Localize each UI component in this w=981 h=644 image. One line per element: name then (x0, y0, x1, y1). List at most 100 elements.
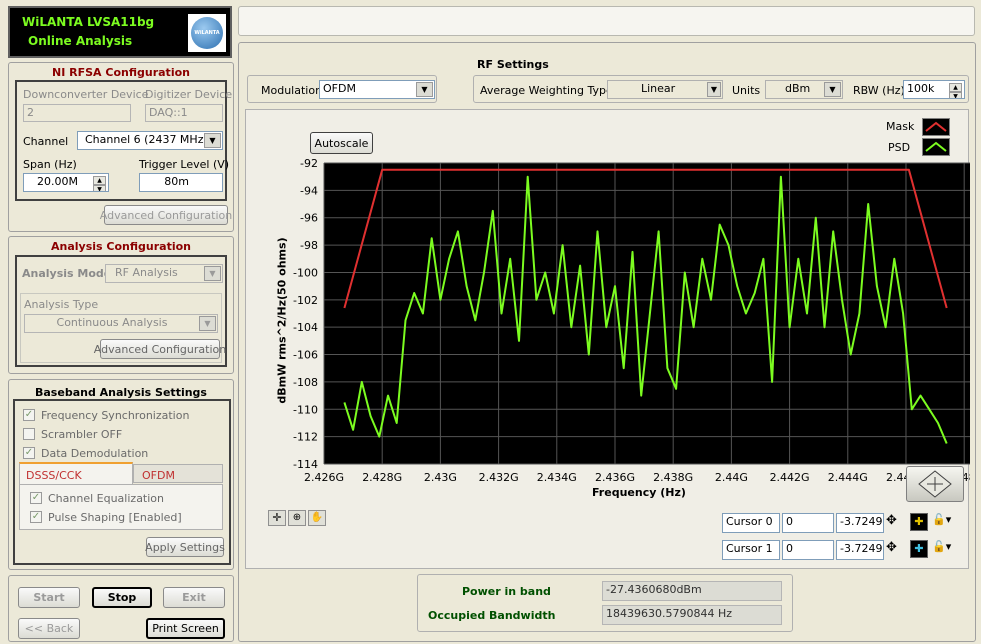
y-tick-label: -110 (293, 403, 318, 416)
span-value: 20.00M (37, 175, 78, 188)
spectrum-chart[interactable]: 2.426G 2.428G 2.43G 2.432G 2.434G 2.436G 2.438… (246, 110, 970, 510)
x-tick-label: 2.432G (479, 471, 519, 484)
app-title: WiLANTA LVSA11bg (22, 15, 155, 29)
y-axis-label: dBmW rms^2/Hz(50 ohms) (275, 237, 289, 404)
y-tick-label: -108 (293, 376, 318, 389)
cursor0-x[interactable]: 0 (782, 513, 834, 533)
app-header: WiLANTA LVSA11bg Online Analysis WiLANTA (8, 6, 232, 58)
modulation-value: OFDM (323, 82, 356, 95)
cursor0-y[interactable]: -3.72493 (836, 513, 884, 533)
start-button[interactable]: Start (18, 587, 80, 608)
results-group: Power in band -27.4360680dBm Occupied Ba… (417, 574, 793, 632)
plot-area (324, 163, 970, 464)
trigger-field[interactable]: 80m (139, 173, 223, 192)
trigger-value: 80m (164, 175, 189, 188)
power-in-band-label: Power in band (462, 585, 551, 598)
modulation-label: Modulation (261, 84, 323, 97)
lock-icon[interactable]: 🔓▾ (932, 513, 951, 526)
chevron-down-icon[interactable]: ▼ (824, 82, 841, 97)
x-tick-label: 2.438G (653, 471, 693, 484)
analysis-type-select[interactable]: Continuous Analysis ▼ (24, 314, 218, 333)
cursor0-name[interactable]: Cursor 0 (722, 513, 780, 533)
zoom-tool-icon[interactable]: ⊕ (288, 510, 306, 526)
rf-params-group: Average Weighting Type Linear ▼ Units dB… (473, 75, 969, 103)
rf-settings-panel: RF Settings Modulation OFDM ▼ Average We… (238, 42, 976, 642)
y-tick-label: -100 (293, 266, 318, 279)
chevron-down-icon[interactable]: ▼ (204, 133, 221, 148)
pan-tool-icon[interactable]: ✋ (308, 510, 326, 526)
chan-eq-checkbox[interactable]: ✓ (30, 492, 42, 504)
analysis-type-group: Analysis Type Continuous Analysis ▼ Adva… (20, 293, 226, 363)
x-tick-label: 2.444G (828, 471, 868, 484)
tab-dsss[interactable]: DSSS/CCK (19, 462, 133, 484)
analysis-type-value: Continuous Analysis (56, 316, 168, 329)
scrambler-checkbox[interactable] (23, 428, 35, 440)
chevron-down-icon[interactable]: ▼ (416, 82, 433, 97)
analysis-advanced-button[interactable]: Advanced Configuration (94, 339, 226, 359)
back-button[interactable]: << Back (18, 618, 80, 639)
stop-button[interactable]: Stop (92, 587, 152, 608)
avg-weighting-label: Average Weighting Type (480, 84, 613, 97)
digitizer-field[interactable]: DAQ::1 (145, 104, 223, 122)
modulation-select[interactable]: OFDM ▼ (319, 80, 435, 99)
pan-navigator-icon[interactable] (906, 466, 964, 502)
cursor-move-icon[interactable]: ✥ (886, 540, 897, 555)
logo-icon: WiLANTA (188, 14, 226, 52)
scrambler-label: Scrambler OFF (41, 428, 123, 441)
analysis-mode-select[interactable]: RF Analysis ▼ (105, 264, 223, 283)
span-label: Span (Hz) (23, 158, 77, 171)
chevron-down-icon[interactable]: ▼ (707, 82, 721, 97)
rbw-stepper-icon[interactable]: ▲ ▼ (949, 83, 962, 98)
cursor-move-icon[interactable]: ✥ (886, 513, 897, 528)
analysis-mode-value: RF Analysis (115, 266, 178, 279)
demod-checkbox[interactable]: ✓ (23, 447, 35, 459)
chevron-down-icon[interactable]: ▼ (204, 266, 221, 281)
rfsa-config-panel: NI RFSA Configuration Downconverter Devi… (8, 62, 234, 232)
units-label: Units (732, 84, 761, 97)
pulse-shaping-label: Pulse Shaping [Enabled] (48, 511, 182, 524)
baseband-title: Baseband Analysis Settings (35, 386, 207, 399)
freq-sync-checkbox[interactable]: ✓ (23, 409, 35, 421)
apply-settings-button[interactable]: Apply Settings (145, 537, 225, 557)
avg-weighting-select[interactable]: Linear ▼ (607, 80, 723, 99)
span-stepper-icon[interactable]: ▲ ▼ (93, 176, 106, 191)
channel-select[interactable]: Channel 6 (2437 MHz) ▼ (77, 131, 223, 150)
y-tick-label: -112 (293, 431, 318, 444)
logo-text: WiLANTA (194, 30, 220, 36)
y-tick-label: -96 (300, 212, 318, 225)
exit-button[interactable]: Exit (163, 587, 225, 608)
span-field[interactable]: 20.00M ▲ ▼ (23, 173, 109, 192)
cursor-style-icon[interactable]: ✚ (910, 540, 928, 558)
chevron-down-icon[interactable]: ▼ (199, 316, 216, 331)
occupied-bw-label: Occupied Bandwidth (428, 609, 556, 622)
pulse-shaping-checkbox[interactable]: ✓ (30, 511, 42, 523)
chan-eq-label: Channel Equalization (48, 492, 164, 505)
x-tick-label: 2.43G (424, 471, 457, 484)
cursor1-name[interactable]: Cursor 1 (722, 540, 780, 560)
occupied-bw-value: 18439630.5790844 Hz (602, 605, 782, 625)
print-screen-button[interactable]: Print Screen (146, 618, 225, 639)
y-tick-label: -114 (293, 458, 318, 471)
rfsa-config-box: Downconverter Device 2 Digitizer Device … (15, 80, 232, 201)
cursor-tool-icon[interactable]: ✛ (268, 510, 286, 526)
baseband-panel: Baseband Analysis Settings ✓ Frequency S… (8, 379, 234, 570)
cursor1-y[interactable]: -3.72493 (836, 540, 884, 560)
rbw-field[interactable]: 100k ▲ ▼ (903, 80, 965, 99)
rf-settings-title: RF Settings (477, 58, 549, 71)
rfsa-config-title: NI RFSA Configuration (52, 66, 190, 79)
controls-panel: Start Stop Exit << Back Print Screen (8, 575, 234, 642)
digitizer-label: Digitizer Device (145, 88, 233, 101)
x-tick-label: 2.434G (537, 471, 577, 484)
rfsa-advanced-button[interactable]: Advanced Configuration (100, 205, 232, 225)
avg-weighting-value: Linear (641, 82, 676, 95)
downconverter-field[interactable]: 2 (23, 104, 131, 122)
units-value: dBm (785, 82, 811, 95)
lock-icon[interactable]: 🔓▾ (932, 540, 951, 553)
cursor1-x[interactable]: 0 (782, 540, 834, 560)
y-tick-label: -92 (300, 157, 318, 170)
cursor-style-icon[interactable]: ✚ (910, 513, 928, 531)
tab-ofdm[interactable]: OFDM (133, 464, 223, 483)
power-in-band-value: -27.4360680dBm (602, 581, 782, 601)
x-tick-label: 2.426G (304, 471, 344, 484)
units-select[interactable]: dBm ▼ (765, 80, 843, 99)
